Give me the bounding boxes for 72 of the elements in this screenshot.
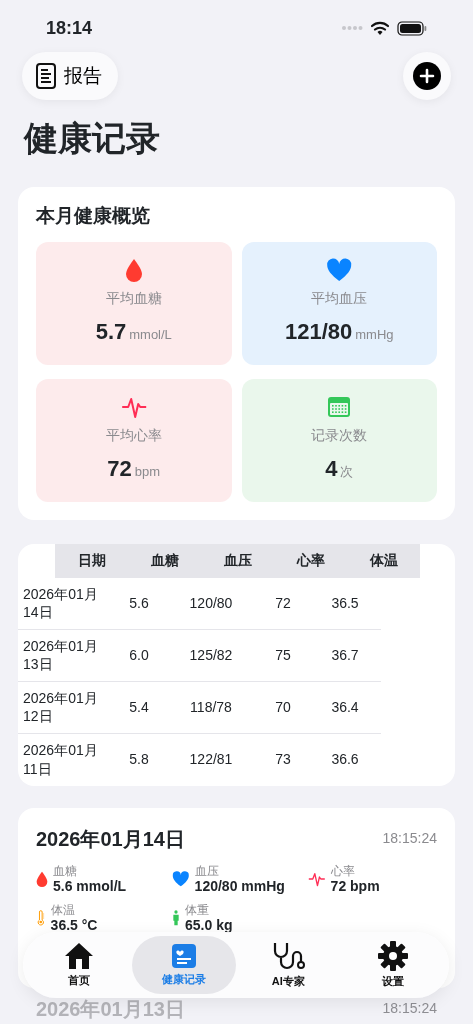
stat-label: 平均血糖: [105, 289, 162, 309]
column-header: 体温: [368, 551, 399, 571]
pulse-icon: [308, 871, 326, 888]
column-header: 血糖: [149, 551, 180, 571]
table-cell-text: 75: [274, 645, 292, 665]
tab[interactable]: 设置: [340, 936, 445, 994]
blood-drop-icon: [36, 871, 48, 888]
table-cell-text: 122/81: [188, 750, 234, 770]
table-cell-text: 70: [274, 697, 292, 717]
stat-label: 平均血压: [311, 289, 368, 309]
page-title: 健康记录: [24, 118, 161, 159]
column-header: 血压: [222, 551, 253, 571]
table-cell-text: 120/80: [188, 593, 234, 613]
metric-value: 72 bpm: [330, 878, 380, 895]
calendar-icon: [327, 395, 352, 420]
column-header: 日期: [76, 551, 107, 571]
stat-value: 121/80 mmHg: [284, 318, 394, 347]
heart-icon: [172, 871, 190, 888]
table-cell-text: 6.0: [128, 645, 150, 665]
table-cell-text: 5.6: [128, 593, 150, 613]
record-date: 2026年01月13日: [36, 996, 185, 1022]
table-cell-text: 5.4: [128, 697, 150, 717]
document-icon: [36, 63, 56, 89]
home-icon: [64, 941, 95, 970]
metric-label: 心率: [330, 863, 356, 878]
record-time: 18:15:24: [382, 999, 437, 1019]
stat-label: 平均心率: [105, 426, 162, 446]
metric-value: 65.0 kg: [185, 917, 233, 934]
card-title: 本月健康概览: [34, 203, 151, 228]
metric-label: 体温: [50, 902, 76, 918]
column-header: 心率: [295, 551, 326, 571]
table-cell-text: 5.8: [128, 750, 150, 770]
person-icon: [172, 910, 180, 927]
tab[interactable]: AI专家: [236, 936, 341, 994]
add-button[interactable]: [403, 52, 451, 100]
gear-icon: [377, 940, 408, 971]
pulse-icon: [120, 395, 147, 420]
heart-icon: [326, 258, 353, 283]
plus-circle-icon: [413, 62, 441, 90]
stat-value: 5.7 mmol/L: [95, 318, 172, 347]
battery-icon: [397, 20, 427, 36]
table-cell-text: 2026年01月12日: [22, 688, 99, 726]
thermometer-icon: [36, 910, 46, 927]
table-cell-text: 72: [274, 593, 292, 613]
report-button[interactable]: 报告: [22, 52, 118, 100]
metric-value: 120/80 mmHg: [194, 878, 285, 895]
stat-label: 记录次数: [311, 426, 368, 446]
table-cell-text: 36.5: [330, 593, 360, 613]
blood-drop-icon: [124, 258, 143, 283]
record-time: 18:15:24: [382, 829, 437, 849]
wifi-icon: [371, 21, 389, 35]
table-cell-text: 36.4: [330, 697, 360, 717]
stat-value: 4次: [325, 455, 354, 484]
table-cell-text: 125/82: [188, 645, 234, 665]
table-cell-text: 36.7: [330, 645, 360, 665]
table-cell-text: 2026年01月13日: [22, 636, 99, 674]
metric-value: 5.6 mmol/L: [53, 878, 127, 895]
table-cell-text: 118/78: [189, 697, 233, 717]
table-cell-text: 36.6: [330, 750, 360, 770]
stethoscope-icon: [271, 940, 306, 971]
clock: 18:14: [46, 16, 93, 40]
tab[interactable]: 首页: [27, 936, 132, 994]
signal-dots-icon: [341, 25, 363, 31]
metric-value: 36.5 °C: [50, 917, 98, 934]
table-cell-text: 2026年01月11日: [22, 741, 99, 778]
metric-label: 血压: [194, 863, 220, 878]
table-cell-text: 73: [274, 750, 292, 770]
record-date: 2026年01月14日: [36, 826, 185, 852]
stat-value: 72 bpm: [107, 455, 161, 484]
metric-label: 体重: [185, 902, 210, 918]
table-cell-text: 2026年01月14日: [22, 584, 99, 622]
metric-label: 血糖: [53, 863, 78, 878]
